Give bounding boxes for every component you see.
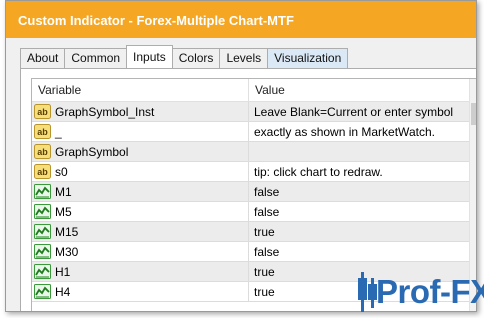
tab-bar: About Common Inputs Colors Levels Visual… (20, 45, 349, 68)
table-row[interactable]: M1 false (32, 182, 470, 202)
column-header-value[interactable]: Value (249, 79, 470, 101)
bool-chart-icon (34, 184, 51, 199)
variable-cell: H4 (32, 282, 249, 301)
variable-name: M5 (55, 204, 72, 219)
value-cell[interactable]: false (249, 202, 470, 221)
variable-cell: M1 (32, 182, 249, 201)
column-header-variable[interactable]: Variable (32, 79, 249, 101)
variable-cell: ab _ (32, 122, 249, 141)
value-cell[interactable]: false (249, 182, 470, 201)
value-text: false (254, 184, 280, 199)
table-row[interactable]: ab GraphSymbol_Inst Leave Blank=Current or… (32, 102, 470, 122)
value-cell[interactable]: true (249, 222, 470, 241)
variable-name: GraphSymbol (55, 144, 129, 159)
scrollbar-thumb[interactable] (471, 103, 476, 125)
variable-cell: ab GraphSymbol (32, 142, 249, 161)
tab-colors[interactable]: Colors (171, 48, 221, 68)
table-header: Variable Value (32, 79, 470, 102)
bool-chart-icon (34, 224, 51, 239)
variable-cell: ab GraphSymbol_Inst (32, 102, 249, 121)
window-title: Custom Indicator - Forex-Multiple Chart-… (18, 13, 294, 28)
value-text: true (254, 284, 275, 299)
bool-chart-icon (34, 244, 51, 259)
variable-name: GraphSymbol_Inst (55, 104, 155, 119)
value-cell[interactable]: tip: click chart to redraw. (249, 162, 470, 181)
value-cell[interactable] (249, 142, 470, 161)
variable-cell: M5 (32, 202, 249, 221)
prof-fx-logo: Prof-FX (352, 268, 484, 316)
tab-common[interactable]: Common (64, 48, 128, 68)
variable-name: s0 (55, 164, 68, 179)
table-row[interactable]: M15 true (32, 222, 470, 242)
table-row[interactable]: M5 false (32, 202, 470, 222)
value-text: Leave Blank=Current or enter symbol (254, 104, 454, 119)
tab-levels[interactable]: Levels (219, 48, 269, 68)
title-bar[interactable]: Custom Indicator - Forex-Multiple Chart-… (6, 1, 476, 38)
variable-name: _ (55, 124, 62, 139)
tab-about[interactable]: About (20, 48, 66, 68)
variable-name: M15 (55, 224, 79, 239)
value-text: false (254, 244, 280, 259)
value-text: exactly as shown in MarketWatch. (254, 124, 435, 139)
bool-chart-icon (34, 204, 51, 219)
value-cell[interactable]: exactly as shown in MarketWatch. (249, 122, 470, 141)
variable-cell: H1 (32, 262, 249, 281)
value-text: true (254, 264, 275, 279)
svg-text:ab: ab (37, 127, 48, 137)
table-row[interactable]: ab s0 tip: click chart to redraw. (32, 162, 470, 182)
bool-chart-icon (34, 264, 51, 279)
variable-cell: M30 (32, 242, 249, 261)
ab-string-icon: ab (34, 124, 51, 139)
svg-text:ab: ab (37, 167, 48, 177)
ab-string-icon: ab (34, 144, 51, 159)
value-cell[interactable]: Leave Blank=Current or enter symbol (249, 102, 470, 121)
variable-name: M30 (55, 244, 79, 259)
variable-name: M1 (55, 184, 72, 199)
variable-cell: ab s0 (32, 162, 249, 181)
svg-text:ab: ab (37, 147, 48, 157)
value-text: true (254, 224, 275, 239)
variable-name: H4 (55, 284, 71, 299)
value-text: tip: click chart to redraw. (254, 164, 383, 179)
ab-string-icon: ab (34, 104, 51, 119)
ab-string-icon: ab (34, 164, 51, 179)
logo-text: Prof-FX (376, 273, 484, 310)
table-row[interactable]: ab _ exactly as shown in MarketWatch. (32, 122, 470, 142)
svg-text:ab: ab (37, 107, 48, 117)
table-row[interactable]: ab GraphSymbol (32, 142, 470, 162)
tab-inputs[interactable]: Inputs (126, 45, 173, 68)
value-text: false (254, 204, 280, 219)
tab-visualization[interactable]: Visualization (267, 48, 349, 68)
indicator-dialog: Custom Indicator - Forex-Multiple Chart-… (5, 0, 477, 312)
variable-cell: M15 (32, 222, 249, 241)
value-cell[interactable]: false (249, 242, 470, 261)
variable-name: H1 (55, 264, 71, 279)
table-row[interactable]: M30 false (32, 242, 470, 262)
bool-chart-icon (34, 284, 51, 299)
